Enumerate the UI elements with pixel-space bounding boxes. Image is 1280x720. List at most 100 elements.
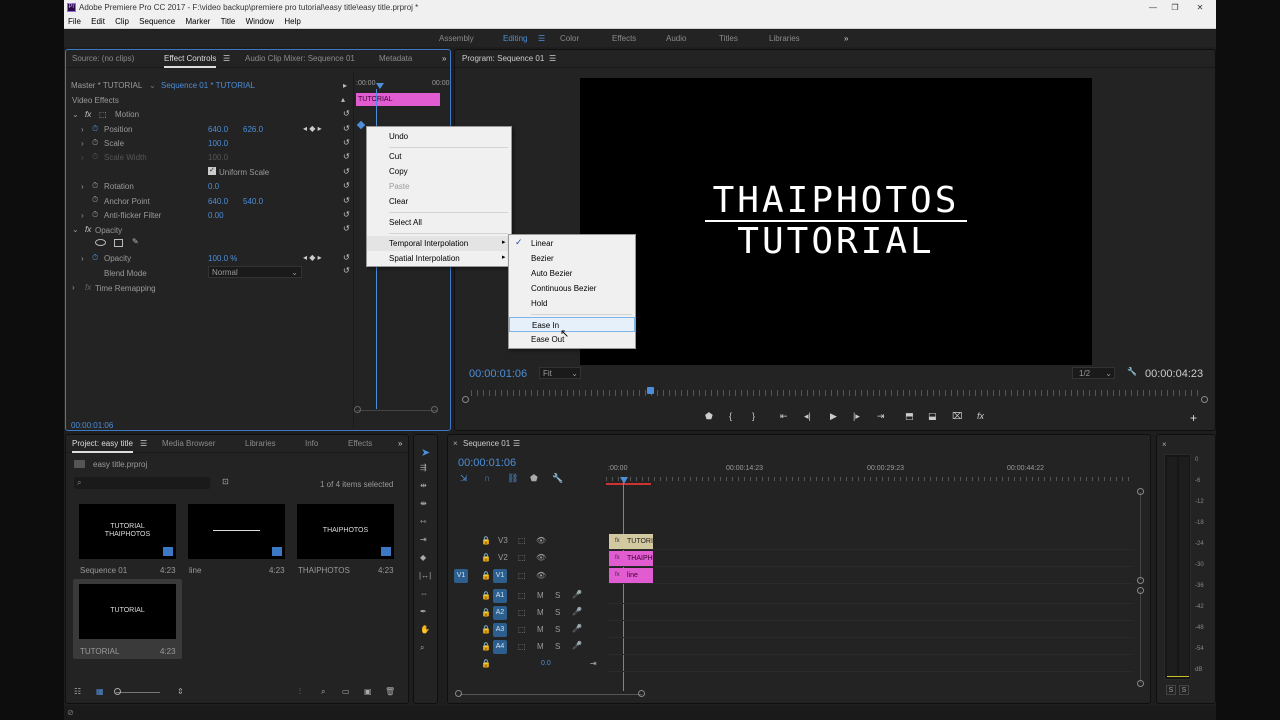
opacity-keyframe-nav-icon[interactable]: ◂ ◆ ▸ bbox=[303, 253, 322, 262]
track-lane[interactable] bbox=[608, 655, 1134, 672]
more-project-tabs-icon[interactable]: » bbox=[398, 435, 402, 453]
ruler-zoom-right[interactable] bbox=[1201, 396, 1208, 403]
lock-icon[interactable]: 🔒 bbox=[481, 591, 491, 600]
menu-marker[interactable]: Marker bbox=[185, 17, 210, 26]
close-sequence-icon[interactable]: × bbox=[453, 435, 458, 453]
microphone-icon[interactable]: 🎤 bbox=[572, 590, 582, 599]
rate-stretch-tool-icon[interactable]: ⇿ bbox=[420, 517, 427, 526]
reset-motion-icon[interactable]: ↺ bbox=[343, 109, 350, 118]
menu-item-cut[interactable]: Cut bbox=[367, 149, 511, 164]
stopwatch-scale-icon[interactable]: ⏱ bbox=[92, 138, 98, 148]
submenu-item-auto-bezier[interactable]: Auto Bezier bbox=[509, 266, 635, 281]
playhead-marker-icon[interactable] bbox=[376, 83, 384, 89]
uniform-scale-checkbox[interactable]: ✓ bbox=[208, 167, 216, 175]
menu-clip[interactable]: Clip bbox=[115, 17, 129, 26]
stopwatch-rotation-icon[interactable]: ⏱ bbox=[92, 181, 98, 191]
menu-item-select-all[interactable]: Select All bbox=[367, 215, 511, 230]
track-label-a4[interactable]: A4 bbox=[493, 640, 507, 654]
stopwatch-opacity-icon[interactable]: ⏱ bbox=[92, 253, 98, 263]
timeline-menu-icon[interactable]: ☰ bbox=[513, 435, 520, 453]
tab-effect-controls[interactable]: Effect Controls bbox=[164, 50, 217, 68]
reset-opacity-icon[interactable]: ↺ bbox=[343, 253, 350, 262]
extract-icon[interactable]: ⬓ bbox=[928, 411, 937, 422]
scroll-handle[interactable] bbox=[1137, 577, 1144, 584]
lock-icon[interactable]: 🔒 bbox=[481, 536, 491, 545]
menu-file[interactable]: File bbox=[68, 17, 81, 26]
program-playhead[interactable] bbox=[647, 387, 654, 394]
workspace-libraries[interactable]: Libraries bbox=[769, 30, 800, 47]
resolution-select[interactable]: 1/2 ⌄ bbox=[1072, 367, 1115, 379]
rotation-value[interactable]: 0.0 bbox=[208, 182, 219, 191]
more-workspaces-icon[interactable]: » bbox=[844, 30, 848, 47]
find-icon[interactable]: ⌕ bbox=[321, 687, 325, 697]
mark-out-icon[interactable]: } bbox=[752, 411, 755, 421]
rectangle-mask-icon[interactable] bbox=[114, 239, 123, 247]
workspace-titles[interactable]: Titles bbox=[719, 30, 738, 47]
workspace-audio[interactable]: Audio bbox=[666, 30, 686, 47]
pen-tool-icon[interactable]: ✒ bbox=[420, 607, 427, 616]
submenu-item-ease-in[interactable]: Ease In bbox=[509, 317, 635, 332]
workspace-editing[interactable]: Editing bbox=[503, 30, 527, 47]
fx-toggle-icon[interactable]: fx bbox=[977, 411, 984, 421]
go-to-out-icon[interactable]: ⇥ bbox=[877, 411, 885, 422]
tab-sequence[interactable]: Sequence 01 bbox=[463, 435, 510, 453]
tab-audio-clip-mixer[interactable]: Audio Clip Mixer: Sequence 01 bbox=[245, 50, 355, 68]
rolling-edit-tool-icon[interactable]: ⇼ bbox=[420, 499, 427, 508]
slide-tool-icon[interactable]: ⇔ bbox=[420, 589, 428, 598]
solo-button[interactable]: S bbox=[555, 625, 560, 634]
tab-source[interactable]: Source: (no clips) bbox=[72, 50, 134, 68]
project-item-thumb[interactable] bbox=[188, 504, 285, 559]
workspace-effects[interactable]: Effects bbox=[612, 30, 636, 47]
go-to-end-icon[interactable]: ⇥ bbox=[590, 659, 597, 668]
automate-icon[interactable]: ⫶ bbox=[299, 687, 301, 697]
menu-item-undo[interactable]: Undo bbox=[367, 129, 511, 144]
expand-opacity-group-icon[interactable]: ⌄ bbox=[72, 225, 79, 234]
icon-view-icon[interactable]: ▦ bbox=[96, 687, 104, 696]
export-frame-camera-icon[interactable]: ⌧ bbox=[952, 411, 962, 422]
new-bin-icon[interactable]: ▭ bbox=[342, 687, 350, 696]
new-item-icon[interactable]: ▣ bbox=[364, 687, 372, 696]
mini-scroll-track[interactable] bbox=[357, 410, 437, 411]
zoom-fit-select[interactable]: Fit ⌄ bbox=[539, 367, 581, 379]
project-search-input[interactable]: ⌕ bbox=[74, 477, 210, 489]
track-label-a3[interactable]: A3 bbox=[493, 623, 507, 637]
timeline-ruler[interactable]: :00:00 00:00:14:23 00:00:29:23 00:00:44:… bbox=[606, 465, 1134, 489]
audio-vertical-scroll[interactable] bbox=[1140, 591, 1141, 683]
reset-opacity-group-icon[interactable]: ↺ bbox=[343, 224, 350, 233]
tab-libraries[interactable]: Libraries bbox=[245, 435, 276, 453]
scroll-handle-right[interactable] bbox=[431, 406, 438, 413]
sync-lock-icon[interactable]: ⬚ bbox=[518, 642, 526, 651]
position-x-value[interactable]: 640.0 bbox=[208, 125, 228, 134]
track-lane[interactable] bbox=[608, 604, 1134, 621]
expand-time-remap-icon[interactable]: › bbox=[72, 283, 75, 292]
scroll-handle-left[interactable] bbox=[354, 406, 361, 413]
lock-icon[interactable]: 🔒 bbox=[481, 625, 491, 634]
solo-right-button[interactable]: S bbox=[1179, 685, 1189, 695]
microphone-icon[interactable]: 🎤 bbox=[572, 624, 582, 633]
program-video-frame[interactable]: THAIPHOTOS TUTORIAL bbox=[580, 78, 1092, 365]
menu-item-copy[interactable]: Copy bbox=[367, 164, 511, 179]
go-to-in-icon[interactable]: ⇤ bbox=[780, 411, 788, 422]
track-label-a2[interactable]: A2 bbox=[493, 606, 507, 620]
sequence-clip-dropdown[interactable]: Sequence 01 * TUTORIAL bbox=[161, 81, 255, 90]
snap-magnet-icon[interactable]: ∩ bbox=[484, 473, 490, 483]
track-lane[interactable] bbox=[608, 533, 1134, 550]
hand-tool-icon[interactable]: ✋ bbox=[420, 625, 430, 634]
antiflicker-value[interactable]: 0.00 bbox=[208, 211, 224, 220]
solo-left-button[interactable]: S bbox=[1166, 685, 1176, 695]
slip-tool-icon[interactable]: |↔| bbox=[419, 571, 431, 580]
sync-lock-icon[interactable]: ⬚ bbox=[518, 536, 526, 545]
zoom-tool-icon[interactable]: ⌕ bbox=[420, 643, 424, 653]
razor-tool-icon[interactable]: ◆ bbox=[420, 553, 426, 562]
anchor-y-value[interactable]: 540.0 bbox=[243, 197, 263, 206]
timeline-playhead-head[interactable] bbox=[620, 477, 628, 484]
tab-media-browser[interactable]: Media Browser bbox=[162, 435, 215, 453]
eye-icon[interactable]: 👁 bbox=[536, 571, 546, 580]
reset-scale-width-icon[interactable]: ↺ bbox=[343, 152, 350, 161]
stopwatch-position-icon[interactable]: ⏱ bbox=[92, 124, 98, 134]
tab-metadata[interactable]: Metadata bbox=[379, 50, 412, 68]
track-label-a1[interactable]: A1 bbox=[493, 589, 507, 603]
submenu-item-ease-out[interactable]: Ease Out bbox=[509, 332, 635, 347]
track-lane[interactable] bbox=[608, 567, 1134, 584]
close-button[interactable]: ✕ bbox=[1188, 0, 1212, 15]
